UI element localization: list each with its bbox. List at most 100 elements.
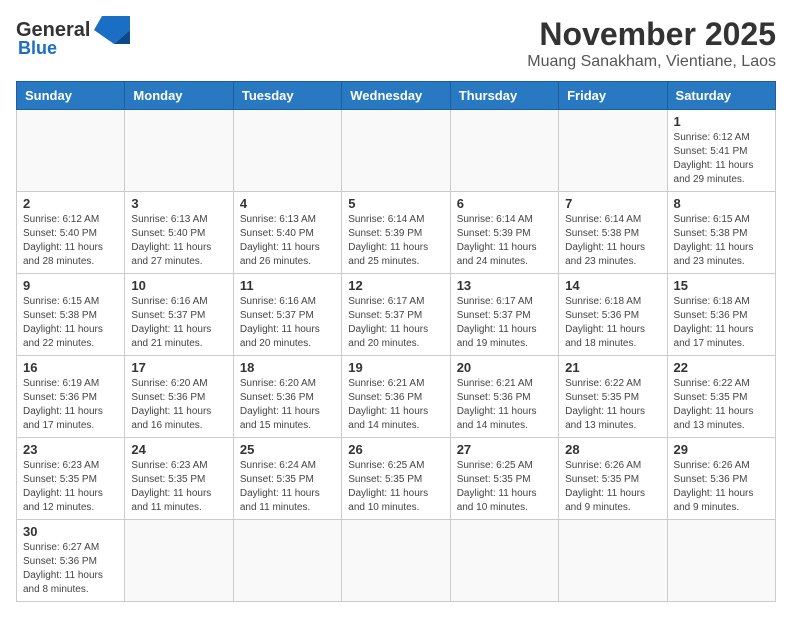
location-subtitle: Muang Sanakham, Vientiane, Laos [527,53,776,71]
calendar-day-cell: 27 Sunrise: 6:25 AM Sunset: 5:35 PM Dayli… [450,438,558,520]
day-number: 11 [240,278,335,293]
calendar-day-cell: 3 Sunrise: 6:13 AM Sunset: 5:40 PM Daylig… [125,192,233,274]
day-number: 3 [131,196,226,211]
calendar-day-cell: 22Sunrise: 6:22 AM Sunset: 5:35 PM Dayli… [667,356,775,438]
calendar-day-cell: 1 Sunrise: 6:12 AM Sunset: 5:41 PM Daylig… [667,110,775,192]
calendar-week-row: 9Sunrise: 6:15 AM Sunset: 5:38 PM Daylig… [17,274,776,356]
day-number: 7 [565,196,660,211]
day-info: Sunrise: 6:14 AM Sunset: 5:39 PM Dayligh… [348,213,443,269]
day-number: 19 [348,360,443,375]
day-info: Sunrise: 6:20 AM Sunset: 5:36 PM Dayligh… [240,377,335,433]
day-number: 27 [457,442,552,457]
calendar-day-header: Tuesday [233,82,341,110]
day-info: Sunrise: 6:12 AM Sunset: 5:41 PM Dayligh… [674,131,769,187]
day-info: Sunrise: 6:22 AM Sunset: 5:35 PM Dayligh… [565,377,660,433]
day-info: Sunrise: 6:18 AM Sunset: 5:36 PM Dayligh… [565,295,660,351]
calendar-day-cell [233,520,341,602]
logo-text: General [16,20,90,40]
calendar-day-cell: 19 Sunrise: 6:21 AM Sunset: 5:36 PM Dayli… [342,356,450,438]
page-header: General Blue November 2025 Muang Sanakha… [16,16,776,71]
day-number: 10 [131,278,226,293]
calendar-table: SundayMondayTuesdayWednesdayThursdayFrid… [16,81,776,602]
day-number: 30 [23,524,118,539]
day-number: 28 [565,442,660,457]
day-info: Sunrise: 6:21 AM Sunset: 5:36 PM Dayligh… [457,377,552,433]
calendar-day-cell [125,520,233,602]
calendar-week-row: 2 Sunrise: 6:12 AM Sunset: 5:40 PM Daylig… [17,192,776,274]
calendar-day-cell: 16Sunrise: 6:19 AM Sunset: 5:36 PM Dayli… [17,356,125,438]
day-number: 4 [240,196,335,211]
day-number: 8 [674,196,769,211]
day-number: 24 [131,442,226,457]
calendar-day-cell: 12 Sunrise: 6:17 AM Sunset: 5:37 PM Dayli… [342,274,450,356]
calendar-day-header: Wednesday [342,82,450,110]
day-info: Sunrise: 6:18 AM Sunset: 5:36 PM Dayligh… [674,295,769,351]
calendar-day-cell: 21 Sunrise: 6:22 AM Sunset: 5:35 PM Dayli… [559,356,667,438]
day-number: 20 [457,360,552,375]
day-info: Sunrise: 6:20 AM Sunset: 5:36 PM Dayligh… [131,377,226,433]
calendar-day-header: Friday [559,82,667,110]
calendar-day-cell [667,520,775,602]
day-number: 14 [565,278,660,293]
day-info: Sunrise: 6:15 AM Sunset: 5:38 PM Dayligh… [23,295,118,351]
day-number: 6 [457,196,552,211]
day-number: 26 [348,442,443,457]
calendar-day-cell [342,520,450,602]
calendar-day-cell: 29Sunrise: 6:26 AM Sunset: 5:36 PM Dayli… [667,438,775,520]
calendar-week-row: 16Sunrise: 6:19 AM Sunset: 5:36 PM Dayli… [17,356,776,438]
calendar-day-cell: 7 Sunrise: 6:14 AM Sunset: 5:38 PM Daylig… [559,192,667,274]
day-number: 17 [131,360,226,375]
calendar-day-cell [233,110,341,192]
day-info: Sunrise: 6:23 AM Sunset: 5:35 PM Dayligh… [23,459,118,515]
calendar-day-cell: 18 Sunrise: 6:20 AM Sunset: 5:36 PM Dayli… [233,356,341,438]
calendar-day-cell: 6 Sunrise: 6:14 AM Sunset: 5:39 PM Daylig… [450,192,558,274]
day-number: 2 [23,196,118,211]
calendar-day-cell: 25Sunrise: 6:24 AM Sunset: 5:35 PM Dayli… [233,438,341,520]
calendar-day-cell: 2 Sunrise: 6:12 AM Sunset: 5:40 PM Daylig… [17,192,125,274]
calendar-day-cell [559,110,667,192]
title-area: November 2025 Muang Sanakham, Vientiane,… [527,16,776,71]
calendar-day-cell [17,110,125,192]
day-info: Sunrise: 6:25 AM Sunset: 5:35 PM Dayligh… [348,459,443,515]
day-info: Sunrise: 6:17 AM Sunset: 5:37 PM Dayligh… [348,295,443,351]
calendar-week-row: 30 Sunrise: 6:27 AM Sunset: 5:36 PM Dayli… [17,520,776,602]
calendar-day-cell: 14 Sunrise: 6:18 AM Sunset: 5:36 PM Dayli… [559,274,667,356]
calendar-day-header: Saturday [667,82,775,110]
day-number: 1 [674,114,769,129]
day-number: 23 [23,442,118,457]
calendar-day-cell: 23 Sunrise: 6:23 AM Sunset: 5:35 PM Dayli… [17,438,125,520]
day-number: 12 [348,278,443,293]
calendar-day-cell: 15Sunrise: 6:18 AM Sunset: 5:36 PM Dayli… [667,274,775,356]
day-number: 21 [565,360,660,375]
calendar-day-cell [450,110,558,192]
day-info: Sunrise: 6:14 AM Sunset: 5:39 PM Dayligh… [457,213,552,269]
day-number: 18 [240,360,335,375]
calendar-day-cell: 5Sunrise: 6:14 AM Sunset: 5:39 PM Daylig… [342,192,450,274]
calendar-day-cell [125,110,233,192]
calendar-day-cell: 10Sunrise: 6:16 AM Sunset: 5:37 PM Dayli… [125,274,233,356]
calendar-day-cell: 30 Sunrise: 6:27 AM Sunset: 5:36 PM Dayli… [17,520,125,602]
calendar-day-header: Thursday [450,82,558,110]
calendar-day-cell: 17 Sunrise: 6:20 AM Sunset: 5:36 PM Dayli… [125,356,233,438]
day-info: Sunrise: 6:15 AM Sunset: 5:38 PM Dayligh… [674,213,769,269]
calendar-day-cell: 4Sunrise: 6:13 AM Sunset: 5:40 PM Daylig… [233,192,341,274]
day-info: Sunrise: 6:27 AM Sunset: 5:36 PM Dayligh… [23,541,118,597]
calendar-day-cell: 8 Sunrise: 6:15 AM Sunset: 5:38 PM Daylig… [667,192,775,274]
day-info: Sunrise: 6:26 AM Sunset: 5:35 PM Dayligh… [565,459,660,515]
day-info: Sunrise: 6:14 AM Sunset: 5:38 PM Dayligh… [565,213,660,269]
logo-icon [94,16,130,44]
logo: General Blue [16,16,130,59]
day-info: Sunrise: 6:23 AM Sunset: 5:35 PM Dayligh… [131,459,226,515]
month-title: November 2025 [527,16,776,53]
calendar-day-cell [342,110,450,192]
calendar-day-cell: 20 Sunrise: 6:21 AM Sunset: 5:36 PM Dayli… [450,356,558,438]
day-info: Sunrise: 6:21 AM Sunset: 5:36 PM Dayligh… [348,377,443,433]
day-info: Sunrise: 6:12 AM Sunset: 5:40 PM Dayligh… [23,213,118,269]
day-info: Sunrise: 6:16 AM Sunset: 5:37 PM Dayligh… [240,295,335,351]
calendar-day-cell: 9Sunrise: 6:15 AM Sunset: 5:38 PM Daylig… [17,274,125,356]
day-info: Sunrise: 6:13 AM Sunset: 5:40 PM Dayligh… [131,213,226,269]
calendar-week-row: 23 Sunrise: 6:23 AM Sunset: 5:35 PM Dayli… [17,438,776,520]
calendar-day-cell: 13Sunrise: 6:17 AM Sunset: 5:37 PM Dayli… [450,274,558,356]
day-info: Sunrise: 6:25 AM Sunset: 5:35 PM Dayligh… [457,459,552,515]
day-info: Sunrise: 6:26 AM Sunset: 5:36 PM Dayligh… [674,459,769,515]
